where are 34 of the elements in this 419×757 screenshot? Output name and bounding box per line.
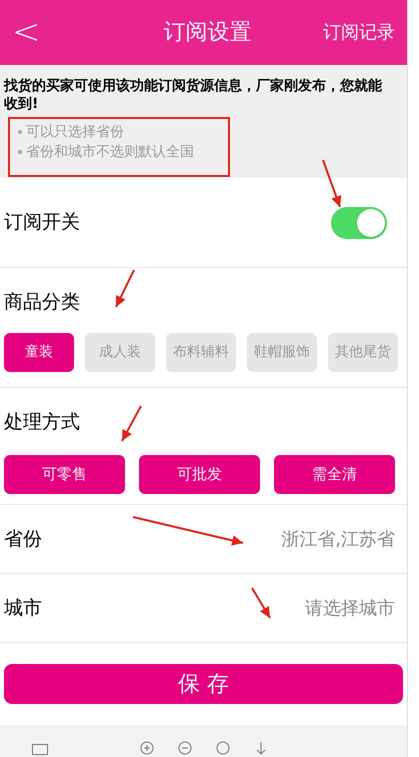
subscribe-toggle[interactable] [331, 206, 387, 238]
field-input[interactable]: 浙江省,江苏省 [175, 526, 395, 552]
back-button[interactable]: < [12, 7, 52, 58]
field-input[interactable]: 请选择城市 [175, 594, 395, 622]
annotation-arrow [115, 270, 135, 308]
handling-option-button[interactable]: 可零售 [4, 454, 125, 494]
tip-text: 可以只选择省份 [26, 123, 124, 141]
section-title: 处理方式 [4, 410, 80, 435]
download-icon[interactable] [254, 741, 268, 755]
save-button[interactable]: 保 存 [4, 664, 403, 704]
bullet-icon [18, 150, 22, 154]
switch-label: 订阅开关 [4, 210, 80, 236]
bullet-icon [18, 130, 22, 134]
category-chip[interactable]: 布料辅料 [166, 332, 236, 372]
annotation-arrow [322, 160, 342, 208]
zoom-in-icon[interactable] [140, 741, 154, 755]
zoom-out-icon[interactable] [178, 741, 192, 755]
handling-option-button[interactable]: 可批发 [139, 454, 260, 494]
category-chip[interactable]: 童装 [4, 332, 74, 372]
handling-option-button[interactable]: 需全清 [274, 454, 395, 494]
screen-icon[interactable] [32, 744, 48, 755]
tip-text: 省份和城市不选则默认全国 [26, 143, 194, 161]
section-title: 商品分类 [4, 290, 80, 315]
category-chip[interactable]: 鞋帽服饰 [247, 332, 317, 372]
page-title: 订阅设置 [162, 19, 252, 47]
annotation-arrow [121, 406, 142, 442]
category-chip[interactable]: 成人装 [85, 332, 155, 372]
notice-text: 找货的买家可使用该功能订阅货源信息，厂家刚发布，您就能收到! [4, 77, 383, 113]
annotation-arrow [251, 587, 271, 619]
field-label: 省份 [4, 526, 42, 552]
subscription-history-link[interactable]: 订阅记录 [323, 19, 395, 46]
field-label: 城市 [4, 596, 42, 621]
circle-icon[interactable] [216, 741, 230, 755]
category-chip[interactable]: 其他尾货 [328, 332, 398, 372]
